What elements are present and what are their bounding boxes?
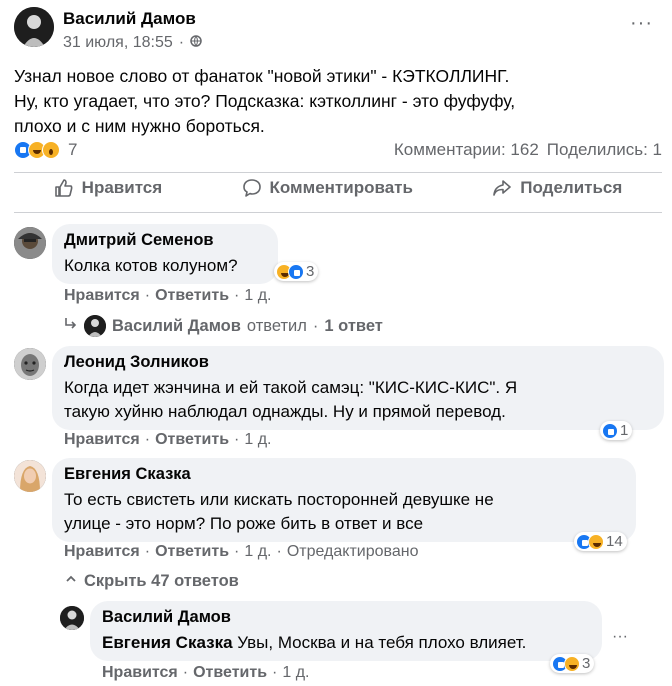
post-author-avatar[interactable]: [14, 7, 54, 47]
separator: ·: [312, 316, 319, 335]
reply-time[interactable]: 1 д.: [282, 664, 309, 682]
comment-author[interactable]: Леонид Золников: [64, 353, 652, 372]
separator: ·: [182, 664, 189, 681]
divider: [14, 172, 662, 173]
post-author-name[interactable]: Василий Дамов: [63, 9, 196, 29]
separator: ·: [144, 431, 151, 448]
comment-author[interactable]: Евгения Сказка: [64, 465, 624, 484]
reply-reaction-count: 3: [582, 655, 591, 672]
post-text-line: Узнал новое слово от фанаток "новой этик…: [14, 66, 510, 86]
comment-button-label: Комментировать: [269, 178, 413, 197]
replier-avatar: [84, 315, 106, 337]
like-reaction-icon: [288, 263, 304, 280]
replier-avatar[interactable]: [60, 606, 84, 630]
separator: ·: [234, 431, 240, 448]
post-more-options-button[interactable]: ···: [630, 13, 653, 33]
hide-replies-label: Скрыть 47 ответов: [84, 572, 239, 590]
reply-author[interactable]: Василий Дамов: [102, 608, 590, 627]
edited-label[interactable]: Отредактировано: [287, 543, 419, 561]
separator: ·: [234, 287, 240, 304]
replied-label: ответил: [246, 316, 307, 335]
reply-like-link[interactable]: Нравится: [102, 664, 178, 682]
reply-reply-link[interactable]: Ответить: [193, 664, 267, 682]
share-button-label: Поделиться: [520, 178, 623, 197]
share-button[interactable]: Поделиться: [492, 178, 622, 198]
comment-button[interactable]: Комментировать: [242, 178, 413, 198]
comment-bubble: Евгения Сказка То есть свистеть или киск…: [52, 458, 636, 542]
reply-reactions[interactable]: 3: [550, 654, 595, 673]
like-button[interactable]: Нравится: [54, 178, 163, 198]
comment-text-line: Когда идет жэнчина и ей такой самэц: "КИ…: [64, 378, 518, 397]
meta-separator: ·: [178, 34, 185, 51]
reply-actions: Нравится · Ответить · 1 д.: [102, 664, 309, 682]
comment-like-link[interactable]: Нравится: [64, 543, 140, 561]
chevron-up-icon: [64, 572, 78, 591]
comment-reaction-count: 1: [620, 422, 629, 439]
view-replies-link[interactable]: Василий Дамов ответил · 1 ответ: [64, 315, 383, 337]
haha-reaction-icon: [564, 655, 580, 672]
post-reactions-summary[interactable]: [14, 141, 60, 159]
reply-mention[interactable]: Евгения Сказка: [102, 633, 233, 652]
separator: ·: [272, 664, 278, 681]
comment-reactions[interactable]: 3: [274, 262, 319, 281]
comment-text-line: улице - это норм? По роже бить в ответ и…: [64, 514, 424, 533]
post-meta: 31 июля, 18:55 ·: [63, 34, 202, 52]
commenter-avatar[interactable]: [14, 348, 46, 380]
comment-time[interactable]: 1 д.: [244, 287, 271, 305]
comment-reactions[interactable]: 1: [600, 421, 633, 440]
post-comments-count[interactable]: Комментарии: 162: [394, 140, 539, 160]
separator: ·: [144, 543, 151, 560]
comment-actions: Нравится · Ответить · 1 д.: [64, 287, 271, 305]
separator: ·: [276, 543, 282, 560]
share-icon: [492, 178, 512, 198]
comment-like-link[interactable]: Нравится: [64, 431, 140, 449]
divider: [14, 212, 662, 213]
wow-reaction-icon: [42, 141, 60, 159]
post-actions-bar: Нравится Комментировать Поделиться: [14, 178, 662, 198]
post-date[interactable]: 31 июля, 18:55: [63, 34, 173, 52]
like-reaction-icon: [602, 422, 618, 439]
commenter-avatar[interactable]: [14, 227, 46, 259]
like-button-label: Нравится: [81, 178, 163, 197]
comment-text-line: То есть свистеть или кискать посторонней…: [64, 490, 494, 509]
comment-text-line: такую хуйню наблюдал однажды. Ну и прямо…: [64, 402, 506, 421]
post-reaction-count[interactable]: 7: [68, 140, 77, 160]
comment-like-link[interactable]: Нравится: [64, 287, 140, 305]
haha-reaction-icon: [588, 533, 604, 550]
comment-reaction-count: 14: [606, 533, 623, 550]
commenter-avatar[interactable]: [14, 460, 46, 492]
post-text-line: плохо и с ним нужно бороться.: [14, 116, 265, 136]
separator: ·: [144, 287, 151, 304]
reply-text: Увы, Москва и на тебя плохо влияет.: [237, 633, 527, 652]
reply-more-options-button[interactable]: ···: [612, 629, 628, 645]
comment-reply-link[interactable]: Ответить: [155, 287, 229, 305]
comment-reply-link[interactable]: Ответить: [155, 543, 229, 561]
post-text-line: Ну, кто угадает, что это? Подсказка: кэт…: [14, 91, 516, 111]
comment-reactions[interactable]: 14: [574, 532, 627, 551]
comment-bubble: Леонид Золников Когда идет жэнчина и ей …: [52, 346, 664, 430]
comment-time[interactable]: 1 д.: [244, 543, 271, 561]
post-text: Узнал новое слово от фанаток "новой этик…: [14, 64, 654, 139]
post-shares-count[interactable]: Поделились: 1: [547, 140, 662, 160]
comment-icon: [242, 178, 262, 198]
comment-time[interactable]: 1 д.: [244, 431, 271, 449]
comment-reply-link[interactable]: Ответить: [155, 431, 229, 449]
reply-count: 1 ответ: [324, 316, 383, 335]
comment-author[interactable]: Дмитрий Семенов: [64, 231, 266, 250]
thumbs-up-icon: [54, 178, 74, 198]
comment-text: Колка котов колуном?: [64, 256, 238, 275]
comment-actions: Нравится · Ответить · 1 д.: [64, 431, 271, 449]
reply-bubble: Василий Дамов Евгения Сказка Увы, Москва…: [90, 601, 602, 661]
reply-arrow-icon: [64, 317, 78, 336]
comment-actions: Нравится · Ответить · 1 д. · Отредактиро…: [64, 543, 418, 561]
post-stats-row: 7 Комментарии: 162 Поделились: 1: [14, 140, 662, 160]
separator: ·: [234, 543, 240, 560]
hide-replies-link[interactable]: Скрыть 47 ответов: [64, 572, 239, 591]
replier-name: Василий Дамов: [112, 316, 241, 335]
comment-bubble: Дмитрий Семенов Колка котов колуном?: [52, 224, 278, 284]
globe-icon: [190, 34, 202, 52]
comment-reaction-count: 3: [306, 263, 315, 280]
